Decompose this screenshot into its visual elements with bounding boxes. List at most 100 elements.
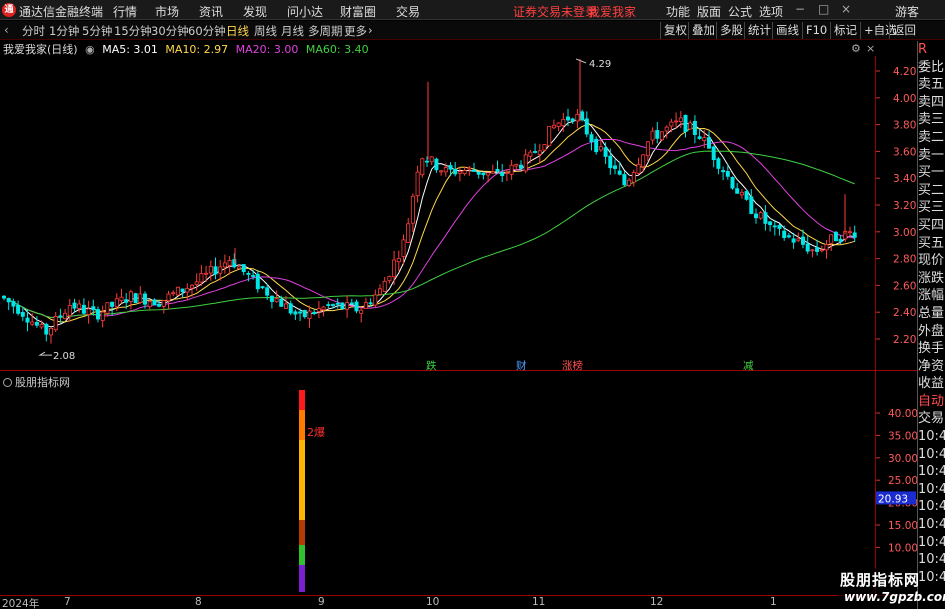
event-marker[interactable]: 减 <box>743 360 754 372</box>
candle[interactable] <box>392 250 397 286</box>
candle[interactable] <box>105 302 110 317</box>
candle[interactable] <box>213 257 218 280</box>
candle[interactable] <box>30 312 35 326</box>
right-panel-item[interactable]: 总量 <box>918 305 945 323</box>
candle[interactable] <box>293 309 298 320</box>
candle[interactable] <box>495 160 500 174</box>
candle[interactable] <box>645 141 650 162</box>
period-more[interactable]: 更多 <box>344 23 367 39</box>
f10-button[interactable]: F10 <box>802 22 830 39</box>
right-panel-item[interactable]: 涨跌 <box>918 270 945 288</box>
minimize-icon[interactable]: − <box>795 2 805 16</box>
candle[interactable] <box>537 143 542 163</box>
candle[interactable] <box>688 120 693 130</box>
candle[interactable] <box>424 156 429 167</box>
candle[interactable] <box>77 299 82 313</box>
right-panel-item[interactable]: 买一 <box>918 164 945 182</box>
candle[interactable] <box>67 299 72 322</box>
chart-corner-icons[interactable]: ⚙ × <box>851 42 875 55</box>
candle[interactable] <box>453 161 458 177</box>
candle[interactable] <box>744 189 749 201</box>
candle[interactable] <box>603 142 608 165</box>
login-notice[interactable]: 证券交易未登录 <box>513 3 597 20</box>
candle[interactable] <box>208 260 213 281</box>
candle[interactable] <box>631 169 636 187</box>
right-panel-item[interactable]: 委比 <box>918 59 945 77</box>
candle[interactable] <box>476 171 481 179</box>
candle[interactable] <box>49 327 54 344</box>
candle[interactable] <box>777 223 782 236</box>
candle[interactable] <box>589 131 594 151</box>
candle[interactable] <box>500 164 505 183</box>
candle[interactable] <box>194 273 199 291</box>
candle[interactable] <box>739 188 744 199</box>
candle[interactable] <box>551 119 556 129</box>
right-panel-item[interactable]: 买四 <box>918 217 945 235</box>
candle[interactable] <box>692 115 697 144</box>
candle[interactable] <box>307 305 312 328</box>
period-weekly[interactable]: 周线 <box>254 23 277 39</box>
menu-market[interactable]: 市场 <box>155 3 179 20</box>
candle[interactable] <box>236 263 241 269</box>
candle[interactable] <box>410 193 415 233</box>
candle[interactable] <box>44 322 49 342</box>
candle[interactable] <box>166 290 171 310</box>
candle[interactable] <box>575 108 580 129</box>
candle[interactable] <box>25 309 30 332</box>
right-panel-item[interactable]: 买三 <box>918 199 945 217</box>
candle[interactable] <box>128 289 133 310</box>
candle[interactable] <box>533 143 538 154</box>
candle[interactable] <box>613 159 618 175</box>
candle[interactable] <box>58 308 63 323</box>
menu-trade[interactable]: 交易 <box>396 3 420 20</box>
candle[interactable] <box>335 298 340 309</box>
right-panel-item[interactable]: 10:40 <box>918 551 945 569</box>
right-panel-item[interactable]: 卖二 <box>918 129 945 147</box>
period-5min[interactable]: 5分钟 <box>82 23 112 39</box>
right-panel-item[interactable]: 10:40 <box>918 428 945 446</box>
candle[interactable] <box>443 163 448 177</box>
candle[interactable] <box>138 286 143 304</box>
menu-function[interactable]: 功能 <box>666 3 690 20</box>
candle[interactable] <box>147 299 152 310</box>
multi-stock-button[interactable]: 多股 <box>716 22 746 39</box>
candle[interactable] <box>227 256 232 275</box>
menu-options[interactable]: 选项 <box>759 3 783 20</box>
candle[interactable] <box>594 136 599 155</box>
candle[interactable] <box>110 301 115 316</box>
period-monthly[interactable]: 月线 <box>281 23 304 39</box>
candle[interactable] <box>81 298 86 315</box>
candle[interactable] <box>462 166 467 176</box>
candle[interactable] <box>222 254 227 274</box>
candle[interactable] <box>142 291 147 309</box>
candle[interactable] <box>716 156 721 175</box>
candle[interactable] <box>288 300 293 316</box>
candle[interactable] <box>810 248 815 258</box>
candle[interactable] <box>63 309 68 320</box>
candle[interactable] <box>664 125 669 139</box>
candle[interactable] <box>274 290 279 303</box>
event-marker[interactable]: 跌 <box>426 359 437 372</box>
candle[interactable] <box>660 131 665 141</box>
candle[interactable] <box>509 159 514 180</box>
candle[interactable] <box>96 306 101 323</box>
right-panel-item[interactable]: 交易 <box>918 410 945 428</box>
candle[interactable] <box>467 165 472 176</box>
candle[interactable] <box>819 245 824 253</box>
candle[interactable] <box>100 305 105 328</box>
candle[interactable] <box>326 301 331 309</box>
candle[interactable] <box>53 311 58 332</box>
ma-settings-icon[interactable]: ◉ <box>85 43 95 56</box>
candle[interactable] <box>406 218 411 244</box>
period-timeshare[interactable]: 分时 <box>22 23 45 39</box>
candle[interactable] <box>189 284 194 297</box>
candle[interactable] <box>833 231 838 242</box>
right-panel-item[interactable]: 换手 <box>918 340 945 358</box>
period-30min[interactable]: 30分钟 <box>151 23 189 39</box>
candle[interactable] <box>20 307 25 321</box>
candlestick-chart[interactable]: ⚙ × 4.20 4.00 3.80 3.60 3.40 3.20 3.00 2.80 2.60… <box>0 0 945 609</box>
candle[interactable] <box>669 118 674 133</box>
candle[interactable] <box>542 144 547 152</box>
candle[interactable] <box>843 230 848 242</box>
candle[interactable] <box>598 139 603 152</box>
